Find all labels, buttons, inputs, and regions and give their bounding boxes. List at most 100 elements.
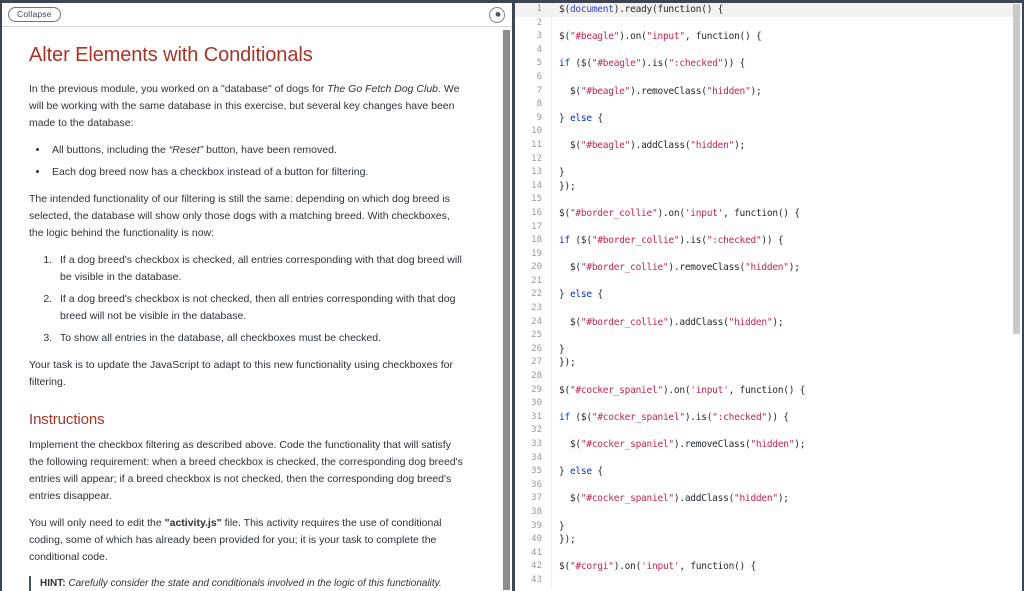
- code-line-text: [551, 70, 1022, 85]
- code-line[interactable]: 29 $("#cocker_spaniel").on('input', funct…: [515, 383, 1022, 398]
- code-line-text: });: [551, 179, 1022, 194]
- code-token: "#beagle": [591, 58, 642, 70]
- logic-intro-paragraph: The intended functionality of our filter…: [29, 193, 450, 239]
- code-line[interactable]: 14});: [515, 179, 1022, 194]
- code-token: else: [569, 466, 592, 478]
- code-line[interactable]: 42 $("#corgi").on('input', function() {: [515, 560, 1022, 574]
- instructions-content: Alter Elements with Conditionals In the …: [2, 28, 497, 591]
- gear-icon: [493, 10, 502, 19]
- instructions-scroll-area[interactable]: Alter Elements with Conditionals In the …: [2, 28, 512, 591]
- instructions-scrollbar-thumb[interactable]: [503, 30, 510, 590]
- code-line[interactable]: 18 if ($("#border_collie").is(":checked")…: [515, 234, 1022, 248]
- code-line[interactable]: 8: [515, 98, 1022, 112]
- code-line[interactable]: 10: [515, 125, 1022, 139]
- code-token: "#border_collie": [580, 262, 669, 274]
- line-number: 35: [531, 466, 542, 477]
- code-token: ).is(: [684, 411, 713, 423]
- code-line[interactable]: 12: [515, 152, 1022, 167]
- code-line[interactable]: 26}: [515, 342, 1022, 357]
- code-token: )) {: [723, 58, 746, 70]
- code-line[interactable]: 7 $("#beagle").removeClass("hidden");: [515, 84, 1022, 99]
- code-line-text: [551, 152, 1022, 167]
- code-line[interactable]: 23: [515, 302, 1022, 316]
- code-line[interactable]: 37 $("#cocker_spaniel").addClass("hidden…: [515, 492, 1022, 506]
- line-number: 31: [531, 411, 542, 422]
- code-token: $(: [559, 493, 581, 505]
- code-token: "#cocker_spaniel": [569, 384, 663, 396]
- collapse-button[interactable]: Collapse: [8, 7, 61, 22]
- line-number: 38: [531, 506, 542, 517]
- code-token: "#border_collie": [569, 207, 658, 219]
- code-line-text: [551, 98, 1022, 112]
- line-number: 30: [531, 398, 542, 409]
- code-line[interactable]: 30: [515, 397, 1022, 411]
- editor-scrollbar-thumb[interactable]: [1013, 4, 1020, 334]
- code-line[interactable]: 25: [515, 329, 1022, 343]
- code-line-text: $("#beagle").addClass("hidden");: [551, 138, 1022, 153]
- code-token: ).is(: [679, 235, 707, 247]
- code-line[interactable]: 15: [515, 193, 1022, 207]
- code-token: );: [794, 439, 806, 450]
- code-token: "hidden": [728, 316, 773, 328]
- code-line[interactable]: 31 if ($("#cocker_spaniel").is(":checked"…: [515, 410, 1022, 425]
- code-line[interactable]: 38: [515, 505, 1022, 520]
- code-line[interactable]: 40});: [515, 533, 1022, 547]
- code-line[interactable]: 32: [515, 424, 1022, 438]
- code-line-text: if ($("#border_collie").is(":checked")) …: [551, 234, 1022, 248]
- code-line-text: if ($("#cocker_spaniel").is(":checked"))…: [551, 410, 1022, 425]
- instructions-scrollbar[interactable]: [503, 28, 510, 591]
- code-token: "#border_collie": [591, 235, 680, 247]
- code-line[interactable]: 1 $(document).ready(function() {: [515, 3, 1022, 17]
- code-line[interactable]: 21: [515, 274, 1022, 289]
- code-line[interactable]: 41: [515, 546, 1022, 561]
- code-line-text: [551, 505, 1022, 520]
- code-line[interactable]: 33 $("#cocker_spaniel").removeClass("hid…: [515, 438, 1022, 452]
- hint-text: Carefully consider the state and conditi…: [68, 578, 442, 589]
- editor-scrollbar[interactable]: [1013, 3, 1020, 591]
- code-line-text: $("#beagle").on("input", function() {: [551, 30, 1022, 44]
- list-item: If a dog breed's checkbox is not checked…: [55, 291, 467, 325]
- code-editor[interactable]: 1 $(document).ready(function() {2 3 $("#be…: [515, 3, 1022, 591]
- code-token: ":checked": [712, 411, 767, 423]
- code-editor-panel: 1 $(document).ready(function() {2 3 $("#be…: [515, 0, 1024, 591]
- code-line[interactable]: 9} else {: [515, 111, 1022, 126]
- code-line[interactable]: 28: [515, 370, 1022, 384]
- code-line[interactable]: 22} else {: [515, 288, 1022, 303]
- code-line[interactable]: 36: [515, 478, 1022, 493]
- line-number: 37: [531, 493, 542, 504]
- code-line[interactable]: 27});: [515, 356, 1022, 371]
- code-line[interactable]: 6: [515, 70, 1022, 85]
- code-token: "#corgi": [569, 561, 614, 573]
- code-line[interactable]: 3 $("#beagle").on("input", function() {: [515, 30, 1022, 44]
- code-line-text: $("#corgi").on('input', function() {: [551, 560, 1022, 574]
- code-line[interactable]: 2: [515, 16, 1022, 31]
- code-line[interactable]: 20 $("#border_collie").removeClass("hidd…: [515, 261, 1022, 275]
- code-line-text: }: [551, 166, 1022, 180]
- code-line-text: [551, 193, 1022, 207]
- code-token: $(: [559, 4, 570, 15]
- code-line[interactable]: 13}: [515, 166, 1022, 180]
- list-item: If a dog breed's checkbox is checked, al…: [55, 252, 467, 286]
- code-line-text: } else {: [551, 111, 1022, 126]
- code-line[interactable]: 17: [515, 220, 1022, 235]
- code-line[interactable]: 4: [515, 43, 1022, 58]
- code-line[interactable]: 16 $("#border_collie").on('input', functi…: [515, 206, 1022, 221]
- changes-list: All buttons, including the “Reset” butto…: [29, 142, 467, 181]
- code-line[interactable]: 19: [515, 247, 1022, 262]
- code-token: ($(: [569, 58, 592, 70]
- line-number: 40: [531, 534, 542, 545]
- code-line[interactable]: 24 $("#border_collie").addClass("hidden"…: [515, 315, 1022, 330]
- settings-button[interactable]: [489, 6, 505, 23]
- code-line[interactable]: 43: [515, 573, 1022, 588]
- code-line-text: $("#beagle").removeClass("hidden");: [551, 84, 1022, 99]
- code-line[interactable]: 39}: [515, 519, 1022, 534]
- line-number: 13: [531, 167, 542, 178]
- line-number: 28: [531, 371, 542, 382]
- code-line[interactable]: 5 if ($("#beagle").is(":checked")) {: [515, 57, 1022, 71]
- code-token: if: [559, 411, 570, 423]
- code-line-text: [551, 125, 1022, 139]
- code-line[interactable]: 34: [515, 451, 1022, 466]
- code-line[interactable]: 11 $("#beagle").addClass("hidden");: [515, 138, 1022, 153]
- code-token: ).addClass(: [668, 316, 729, 328]
- code-line[interactable]: 35} else {: [515, 465, 1022, 479]
